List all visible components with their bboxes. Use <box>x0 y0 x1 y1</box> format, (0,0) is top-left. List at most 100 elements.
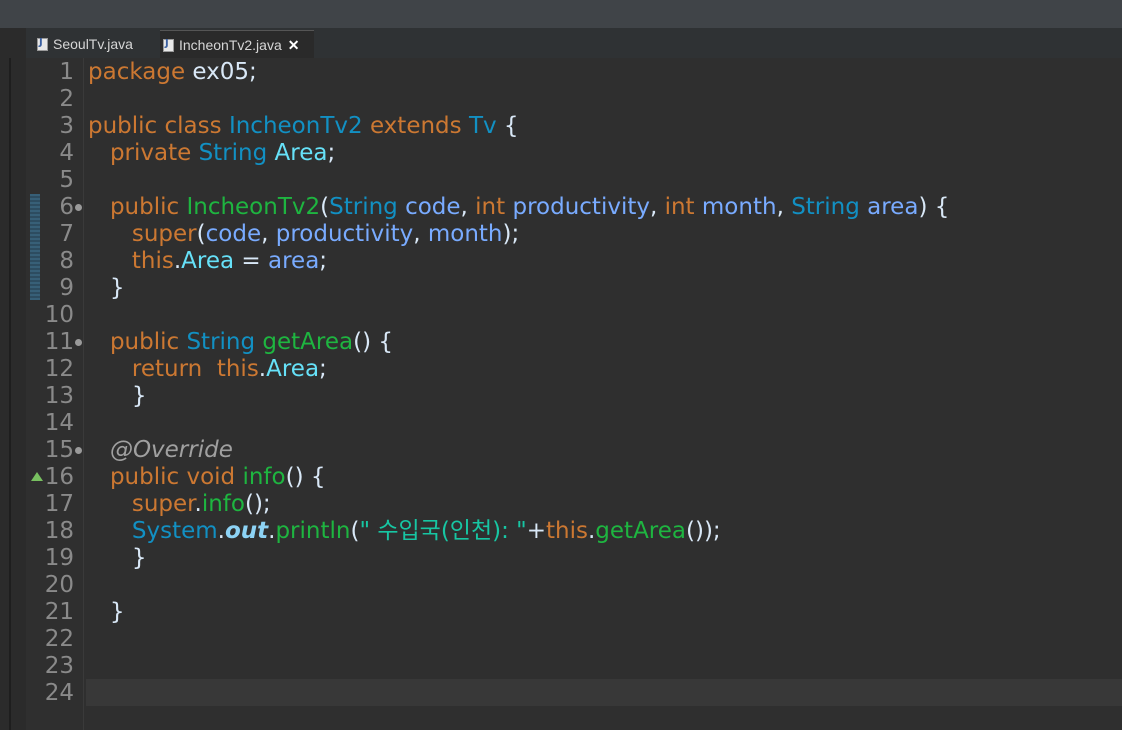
code-token: + <box>526 518 547 544</box>
code-line[interactable]: 10 <box>26 302 1122 329</box>
line-number: 7 <box>59 221 74 247</box>
code-token: System <box>131 518 218 544</box>
code-token: = <box>234 248 268 274</box>
close-icon[interactable]: ✕ <box>288 37 300 54</box>
tab-label: IncheonTv2.java <box>179 37 282 53</box>
code-token: { <box>496 113 519 139</box>
code-token: } <box>88 383 147 409</box>
code-token: . <box>217 518 225 544</box>
code-token: return <box>131 356 203 382</box>
fold-toggle-icon[interactable] <box>75 204 82 211</box>
java-file-icon <box>163 38 174 52</box>
code-line[interactable]: 22 <box>26 626 1122 653</box>
left-panel-strip <box>0 28 26 730</box>
code-line[interactable]: 15 @Override <box>26 437 1122 464</box>
code-token: Area <box>181 248 235 274</box>
code-line[interactable]: 13 } <box>26 383 1122 410</box>
code-text: private String Area; <box>88 140 335 167</box>
code-token: class <box>164 113 222 139</box>
code-line[interactable]: 3 public class IncheonTv2 extends Tv { <box>26 113 1122 140</box>
code-token: int <box>664 194 695 220</box>
code-token: this <box>546 518 588 544</box>
code-token: , <box>649 194 665 220</box>
code-token: ex05; <box>185 59 257 85</box>
code-token: } <box>88 275 125 301</box>
line-number: 11 <box>44 329 74 355</box>
code-text: public IncheonTv2(String code, int produ… <box>88 194 949 221</box>
code-text: public void info() { <box>88 464 326 491</box>
code-line[interactable]: 1 package ex05; <box>26 59 1122 86</box>
line-number: 21 <box>44 599 74 625</box>
code-token: , <box>261 221 276 247</box>
code-line[interactable]: 16 public void info() { <box>26 464 1122 491</box>
code-line[interactable]: 8 this.Area = area; <box>26 248 1122 275</box>
code-line[interactable]: 20 <box>26 572 1122 599</box>
code-line[interactable]: 18 System.out.println(" 수입국(인천): "+this.… <box>26 518 1122 545</box>
code-token: Area <box>266 356 320 382</box>
code-token: ( <box>320 194 330 220</box>
code-line[interactable]: 7 super(code, productivity, month); <box>26 221 1122 248</box>
code-line[interactable]: 5 <box>26 167 1122 194</box>
code-token: code <box>205 221 262 247</box>
code-line[interactable]: 19 } <box>26 545 1122 572</box>
tab-incheontv2-java[interactable]: IncheonTv2.java ✕ <box>160 30 314 59</box>
code-text: } <box>88 383 147 410</box>
code-token: ()); <box>686 518 721 544</box>
tab-seoultv-java[interactable]: SeoulTv.java <box>34 30 158 58</box>
line-number: 9 <box>59 275 74 301</box>
code-line[interactable]: 11 public String getArea() { <box>26 329 1122 356</box>
line-number: 20 <box>44 572 74 598</box>
code-line[interactable]: 24 <box>26 680 1122 707</box>
line-number: 15 <box>44 437 74 463</box>
code-line[interactable]: 9 } <box>26 275 1122 302</box>
code-line[interactable]: 12 return this.Area; <box>26 356 1122 383</box>
code-line[interactable]: 6 public IncheonTv2(String code, int pro… <box>26 194 1122 221</box>
code-token: productivity <box>275 221 414 247</box>
line-number: 6 <box>59 194 74 220</box>
panel-edge <box>9 58 11 730</box>
code-token: IncheonTv2 <box>228 113 363 139</box>
fold-toggle-icon[interactable] <box>75 339 82 346</box>
line-number: 14 <box>44 410 74 436</box>
code-text: } <box>88 599 125 626</box>
fold-toggle-icon[interactable] <box>75 447 82 454</box>
code-token: ; <box>319 248 328 274</box>
code-line[interactable]: 4 private String Area; <box>26 140 1122 167</box>
code-token: info <box>201 491 245 517</box>
code-token: String <box>186 329 256 355</box>
code-token: () { <box>285 464 326 490</box>
line-number: 2 <box>59 86 74 112</box>
code-token: super <box>131 221 197 247</box>
code-token: " 수입국(인천): " <box>359 518 527 544</box>
code-token: public <box>88 113 158 139</box>
code-text: public class IncheonTv2 extends Tv { <box>88 113 519 140</box>
code-token: public <box>109 329 180 355</box>
code-text: } <box>88 275 125 302</box>
code-editor[interactable]: 1 package ex05; 2 3 public class IncheonTv2 … <box>26 58 1122 730</box>
code-line[interactable]: 14 <box>26 410 1122 437</box>
code-line[interactable]: 2 <box>26 86 1122 113</box>
line-number: 5 <box>59 167 74 193</box>
code-line[interactable]: 21 } <box>26 599 1122 626</box>
code-token: String <box>198 140 268 166</box>
code-text: this.Area = area; <box>88 248 327 275</box>
line-number: 19 <box>44 545 74 571</box>
line-number: 10 <box>44 302 74 328</box>
code-line[interactable]: 23 <box>26 653 1122 680</box>
code-line[interactable]: 17 super.info(); <box>26 491 1122 518</box>
code-token: . <box>194 491 202 517</box>
code-token: public <box>109 194 180 220</box>
